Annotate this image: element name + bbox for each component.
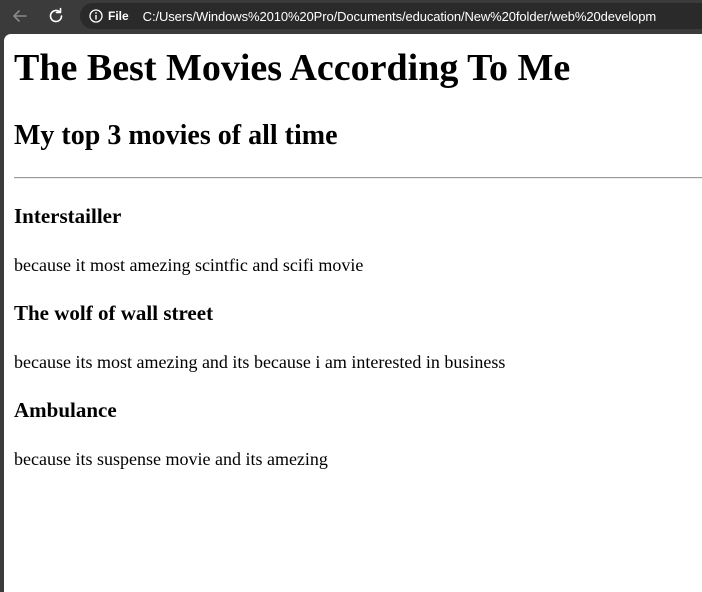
page-viewport: The Best Movies According To Me My top 3… <box>4 34 702 592</box>
reload-button[interactable] <box>43 4 69 28</box>
info-icon[interactable] <box>89 9 103 23</box>
movie-description: because it most amezing scintfic and sci… <box>14 255 364 275</box>
arrow-left-icon <box>13 10 27 22</box>
movie-title: The wolf of wall street <box>14 301 214 325</box>
movie-title: Ambulance <box>14 398 117 422</box>
divider <box>14 177 702 179</box>
browser-toolbar: File C:/Users/Windows%2010%20Pro/Documen… <box>0 0 702 34</box>
movie-title: Interstailler <box>14 204 122 228</box>
back-button[interactable] <box>7 4 33 28</box>
reload-icon <box>49 7 63 23</box>
movie-description: because its suspense movie and its amezi… <box>14 449 328 469</box>
page-title: The Best Movies According To Me <box>14 47 571 89</box>
page-subtitle: My top 3 movies of all time <box>14 120 338 151</box>
url-text[interactable]: C:/Users/Windows%2010%20Pro/Documents/ed… <box>143 9 657 24</box>
scheme-label: File <box>108 9 129 23</box>
movie-description: because its most amezing and its because… <box>14 352 506 372</box>
address-bar[interactable]: File C:/Users/Windows%2010%20Pro/Documen… <box>80 3 702 29</box>
